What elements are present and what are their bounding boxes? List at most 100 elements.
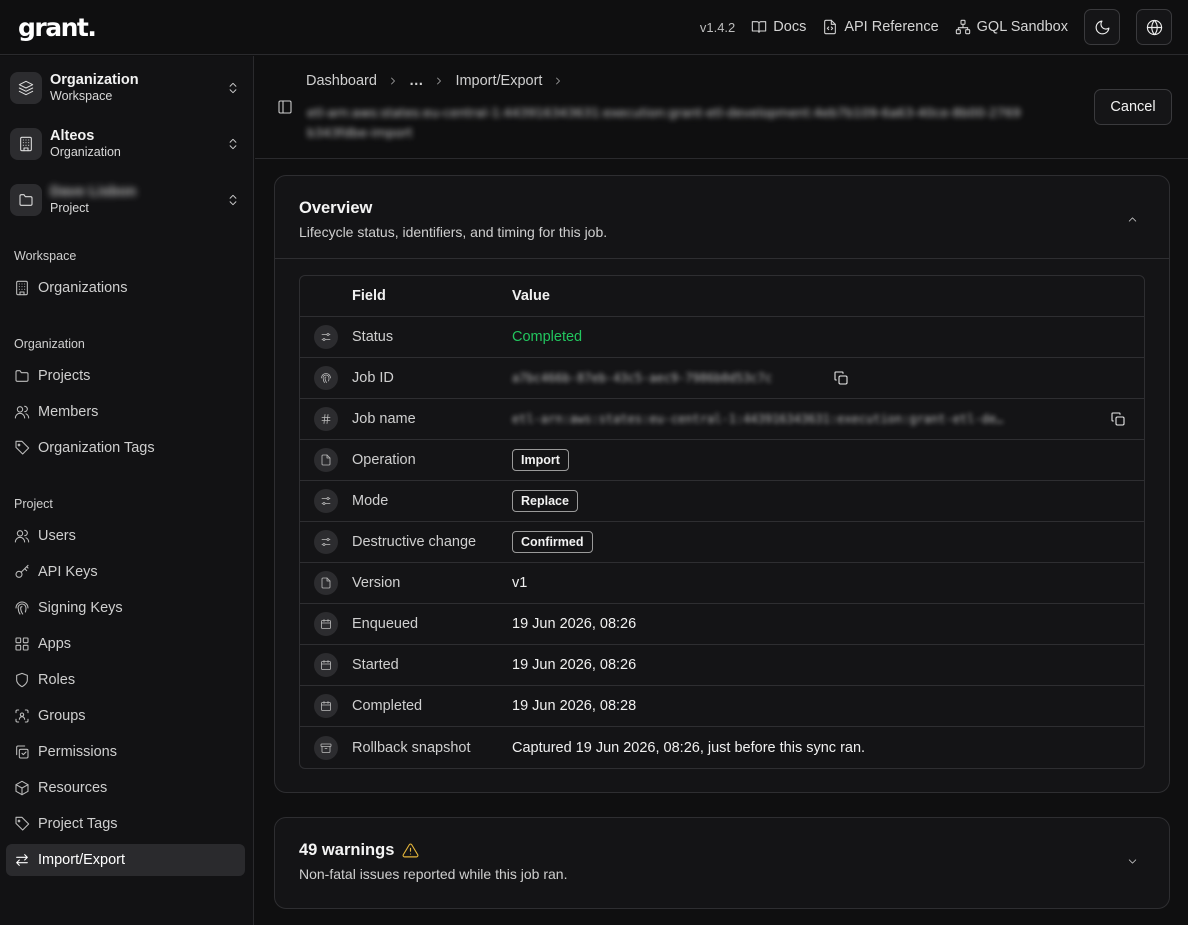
- page-title: etl-arn:aws:states:eu-central-1:44391634…: [307, 105, 1021, 140]
- sidebar-item-users[interactable]: Users: [6, 520, 245, 552]
- gql-sandbox-label: GQL Sandbox: [976, 19, 1068, 35]
- calendar-icon: [314, 694, 338, 718]
- table-row: Status Completed: [300, 317, 1144, 358]
- sidebar-item-organization-tags[interactable]: Organization Tags: [6, 432, 245, 464]
- column-header-value: Value: [512, 288, 550, 304]
- language-button[interactable]: [1136, 9, 1172, 45]
- sidebar-item-members[interactable]: Members: [6, 396, 245, 428]
- organization-name: Alteos: [50, 128, 95, 144]
- table-row: Completed 19 Jun 2026, 08:28: [300, 686, 1144, 727]
- row-field: Job name: [352, 411, 416, 427]
- tag-icon: [14, 440, 38, 456]
- app-logo[interactable]: grant.: [18, 13, 97, 42]
- sidebar-item-label: Organization Tags: [38, 440, 155, 456]
- sidebar-toggle-icon[interactable]: [277, 99, 293, 115]
- mode-badge: Replace: [512, 490, 578, 512]
- sidebar-item-label: Projects: [38, 368, 91, 384]
- job-id-value: a7bc466b-87eb-43c5-aec9-7986b0d53c7c: [512, 371, 773, 385]
- workspace-sub: Workspace: [50, 89, 113, 103]
- overview-description: Lifecycle status, identifiers, and timin…: [299, 224, 608, 240]
- layers-icon: [10, 72, 42, 104]
- workspace-switcher[interactable]: Organization Workspace: [10, 68, 244, 108]
- sidebar-item-roles[interactable]: Roles: [6, 664, 245, 696]
- chevron-right-icon: [552, 75, 564, 87]
- folder-icon: [14, 368, 38, 384]
- table-row: Version v1: [300, 563, 1144, 604]
- gql-sandbox-link[interactable]: GQL Sandbox: [955, 19, 1068, 35]
- project-sub: Project: [50, 201, 89, 215]
- operation-badge: Import: [512, 449, 569, 471]
- fingerprint-icon: [314, 366, 338, 390]
- breadcrumb: Dashboard … Import/Export: [306, 73, 574, 89]
- sidebar-item-organizations[interactable]: Organizations: [6, 272, 245, 304]
- sidebar-item-projects[interactable]: Projects: [6, 360, 245, 392]
- row-value: 19 Jun 2026, 08:26: [512, 657, 637, 673]
- sidebar-item-permissions[interactable]: Permissions: [6, 736, 245, 768]
- sidebar-item-label: Groups: [38, 708, 86, 724]
- sidebar-item-groups[interactable]: Groups: [6, 700, 245, 732]
- file-code-icon: [822, 19, 838, 35]
- destructive-change-badge: Confirmed: [512, 531, 593, 553]
- building-icon: [14, 280, 38, 296]
- copy-icon[interactable]: [833, 370, 849, 386]
- group-icon: [14, 708, 38, 724]
- breadcrumb-import-export[interactable]: Import/Export: [455, 73, 542, 89]
- overview-title-text: Overview: [299, 199, 373, 217]
- section-label-project: Project: [14, 497, 53, 511]
- organization-sub: Organization: [50, 145, 121, 159]
- row-value: Captured 19 Jun 2026, 08:26, just before…: [512, 739, 866, 756]
- warning-triangle-icon: [402, 842, 419, 859]
- organization-switcher[interactable]: Alteos Organization: [10, 124, 244, 164]
- api-reference-label: API Reference: [844, 19, 939, 35]
- overview-header[interactable]: Overview Lifecycle status, identifiers, …: [275, 176, 1169, 258]
- key-icon: [14, 564, 38, 580]
- hash-icon: [314, 407, 338, 431]
- chevron-up-icon[interactable]: [1126, 213, 1139, 226]
- sliders-icon: [314, 489, 338, 513]
- sidebar-item-resources[interactable]: Resources: [6, 772, 245, 804]
- chevrons-up-down-icon: [226, 136, 240, 152]
- sidebar-item-apps[interactable]: Apps: [6, 628, 245, 660]
- warnings-title-text: 49 warnings: [299, 841, 395, 859]
- sidebar-item-import-export[interactable]: Import/Export: [6, 844, 245, 876]
- api-reference-link[interactable]: API Reference: [822, 19, 939, 35]
- row-field: Enqueued: [352, 616, 419, 632]
- cancel-button[interactable]: Cancel: [1094, 89, 1172, 125]
- table-row: Rollback snapshot Captured 19 Jun 2026, …: [300, 727, 1144, 768]
- project-switcher[interactable]: Dave Lisbon Project: [10, 180, 244, 220]
- sidebar-item-project-tags[interactable]: Project Tags: [6, 808, 245, 840]
- breadcrumb-dashboard[interactable]: Dashboard: [306, 73, 377, 89]
- sliders-icon: [314, 325, 338, 349]
- row-field: Job ID: [352, 370, 394, 386]
- calendar-icon: [314, 653, 338, 677]
- table-row: Enqueued 19 Jun 2026, 08:26: [300, 604, 1144, 645]
- docs-link[interactable]: Docs: [751, 19, 806, 35]
- theme-toggle-button[interactable]: [1084, 9, 1120, 45]
- sidebar-item-label: Project Tags: [38, 816, 118, 832]
- breadcrumb-ellipsis[interactable]: …: [409, 73, 424, 89]
- overview-card: Overview Lifecycle status, identifiers, …: [274, 175, 1170, 793]
- sidebar-item-label: Roles: [38, 672, 76, 688]
- fingerprint-icon: [14, 600, 38, 616]
- arrows-icon: [14, 852, 38, 868]
- warnings-header[interactable]: 49 warnings Non-fatal issues reported wh…: [275, 818, 1169, 900]
- warnings-card[interactable]: 49 warnings Non-fatal issues reported wh…: [274, 817, 1170, 909]
- box-icon: [14, 780, 38, 796]
- row-field: Operation: [352, 452, 416, 468]
- row-value: 19 Jun 2026, 08:28: [512, 698, 637, 714]
- sidebar-item-api-keys[interactable]: API Keys: [6, 556, 245, 588]
- section-label-workspace: Workspace: [14, 249, 77, 263]
- copy-icon[interactable]: [1110, 411, 1126, 427]
- file-icon: [314, 571, 338, 595]
- permissions-icon: [14, 744, 38, 760]
- top-bar: grant. v1.4.2 Docs API Reference GQL San…: [0, 0, 1188, 55]
- row-field: Started: [352, 657, 399, 673]
- calendar-icon: [314, 612, 338, 636]
- chevrons-up-down-icon: [226, 192, 240, 208]
- chevron-right-icon: [387, 75, 399, 87]
- chevron-down-icon[interactable]: [1126, 855, 1139, 868]
- row-field: Version: [352, 575, 401, 591]
- sidebar-item-signing-keys[interactable]: Signing Keys: [6, 592, 245, 624]
- sidebar-item-label: API Keys: [38, 564, 98, 580]
- row-field: Destructive change: [352, 534, 477, 550]
